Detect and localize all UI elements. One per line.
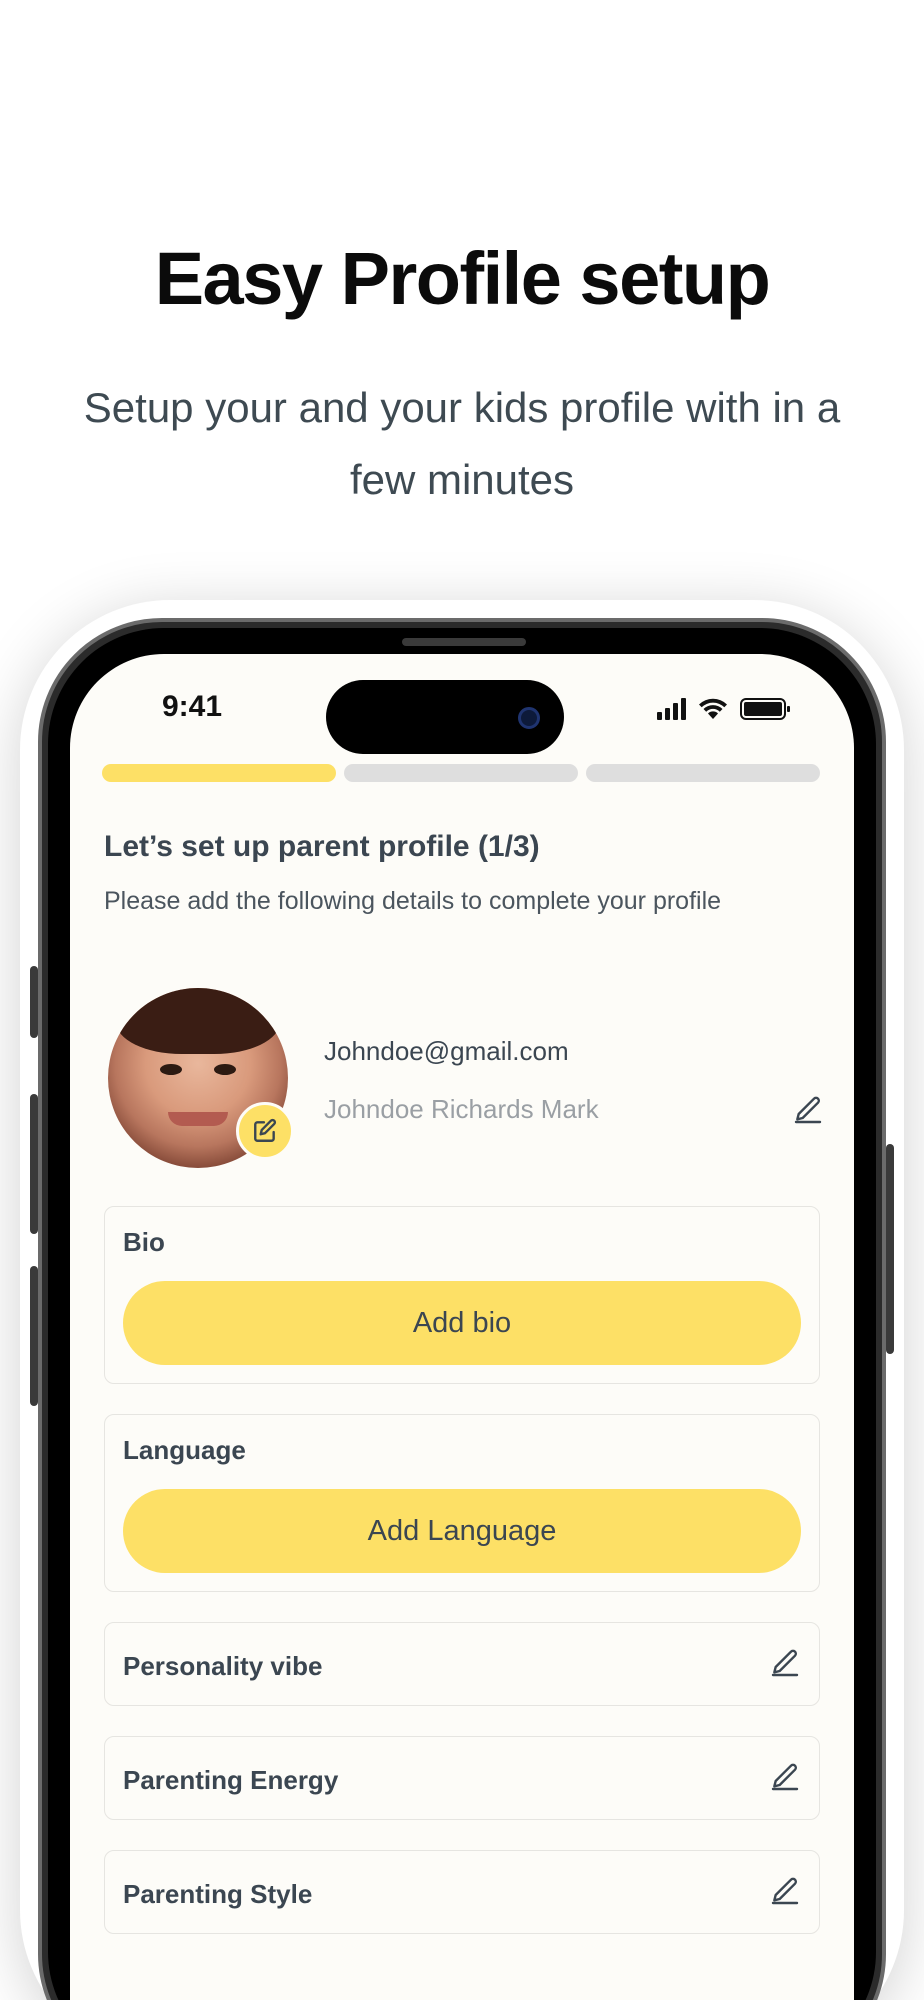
edit-name-button[interactable] <box>788 1090 828 1130</box>
page-title: Let’s set up parent profile (1/3) <box>104 830 540 863</box>
parenting-energy-label: Parenting Energy <box>123 1765 339 1795</box>
parenting-style-label: Parenting Style <box>123 1879 313 1909</box>
phone-screen: 9:41 Let’s set up parent profile (1/3) P… <box>70 654 854 2000</box>
pencil-icon <box>771 1649 799 1677</box>
personality-vibe-row[interactable]: Personality vibe <box>104 1622 820 1706</box>
avatar-edit-button[interactable] <box>236 1102 294 1160</box>
volume-up-button <box>30 1094 38 1234</box>
action-button <box>30 966 38 1038</box>
progress-step-1 <box>102 764 336 782</box>
language-label: Language <box>123 1435 246 1465</box>
step-progress <box>102 764 820 782</box>
dynamic-island <box>326 680 564 754</box>
power-button <box>886 1144 894 1354</box>
progress-step-2 <box>344 764 578 782</box>
wifi-icon <box>699 698 727 719</box>
status-icons <box>657 696 790 720</box>
add-language-button[interactable]: Add Language <box>123 1489 801 1573</box>
pencil-icon <box>794 1096 822 1124</box>
profile-email: Johndoe@gmail.com <box>324 1036 569 1066</box>
personality-vibe-label: Personality vibe <box>123 1651 323 1681</box>
parenting-energy-row[interactable]: Parenting Energy <box>104 1736 820 1820</box>
pencil-icon <box>771 1763 799 1791</box>
edit-square-icon <box>254 1118 276 1142</box>
parenting-style-row[interactable]: Parenting Style <box>104 1850 820 1934</box>
battery-icon <box>740 698 790 720</box>
promo-subtitle: Setup your and your kids profile with in… <box>83 384 841 503</box>
add-bio-button[interactable]: Add bio <box>123 1281 801 1365</box>
edit-energy-button[interactable] <box>765 1757 805 1797</box>
phone-speaker <box>402 638 526 646</box>
page-description: Please add the following details to comp… <box>104 887 722 915</box>
camera-icon <box>518 707 540 729</box>
cellular-signal-icon <box>657 698 686 720</box>
promo-title: Easy Profile setup <box>154 237 771 320</box>
bio-label: Bio <box>123 1227 165 1257</box>
pencil-icon <box>771 1877 799 1905</box>
language-card: Language Add Language <box>104 1414 820 1592</box>
edit-personality-button[interactable] <box>765 1643 805 1683</box>
bio-card: Bio Add bio <box>104 1206 820 1384</box>
progress-step-3 <box>586 764 820 782</box>
profile-name: Johndoe Richards Mark <box>324 1094 599 1124</box>
status-time: 9:41 <box>162 690 223 723</box>
volume-down-button <box>30 1266 38 1406</box>
edit-style-button[interactable] <box>765 1871 805 1911</box>
